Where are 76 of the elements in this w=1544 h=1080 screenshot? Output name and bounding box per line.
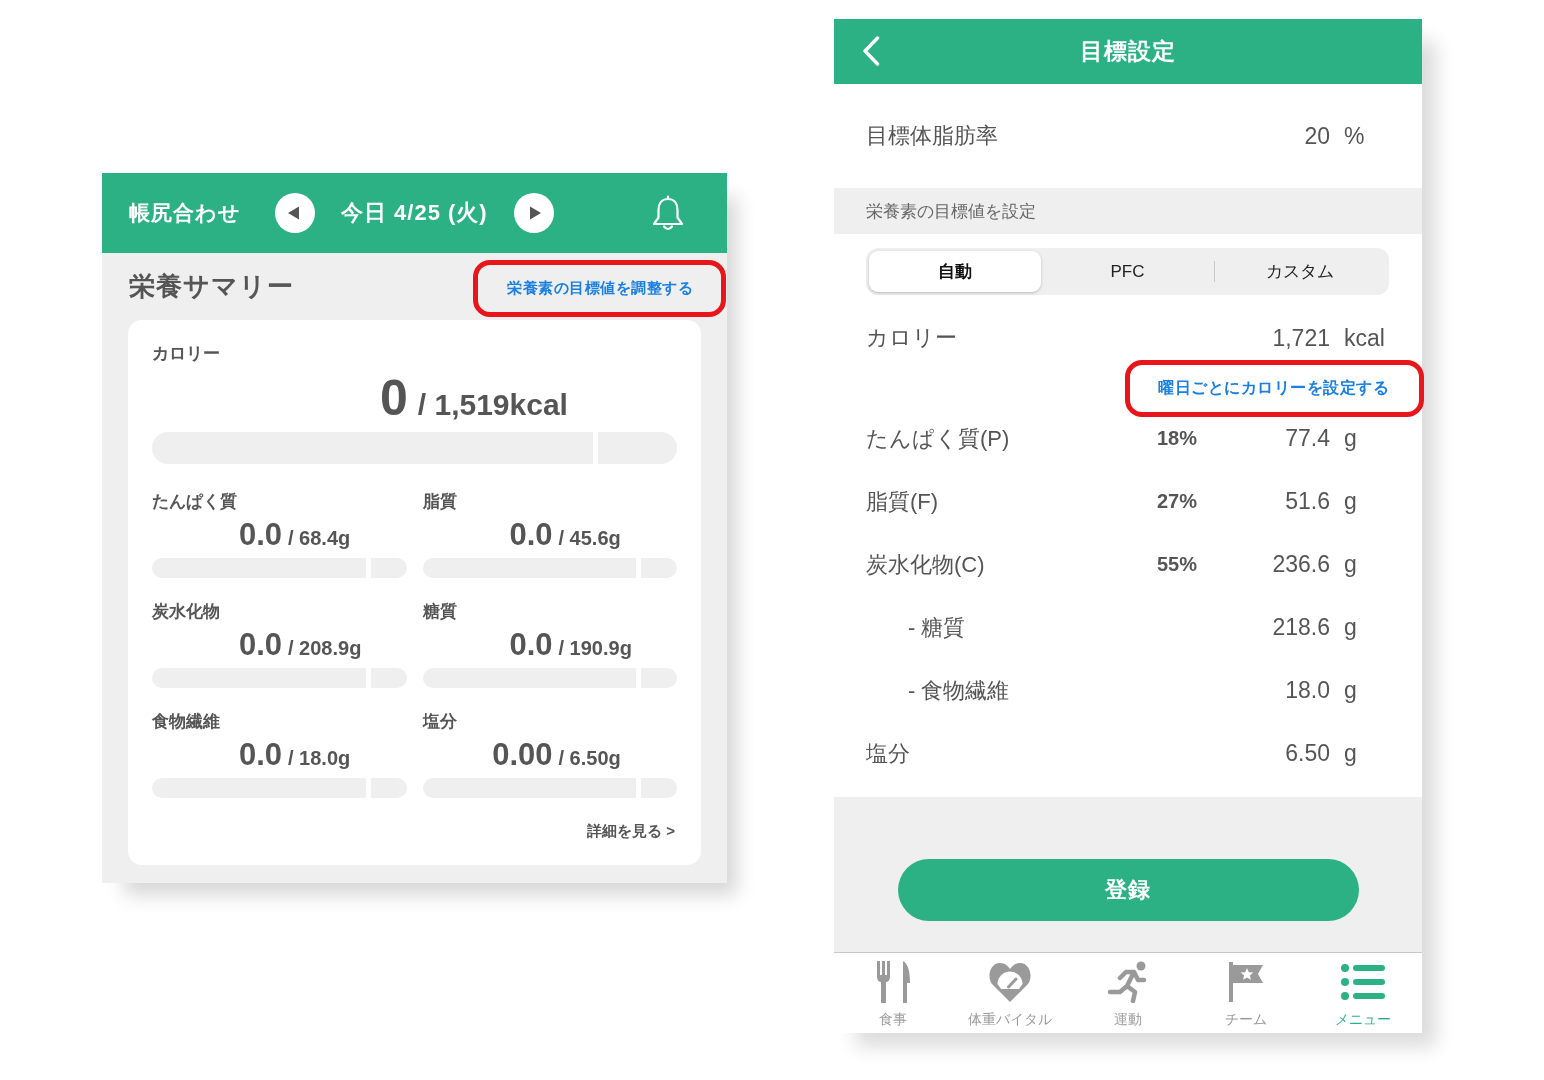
nutrient-target: / 68.4g (288, 527, 351, 550)
left-triangle-icon (288, 206, 299, 220)
nutrient-label: 食物繊維 (152, 712, 221, 732)
nutrient-value: 218.6 (1271, 614, 1330, 641)
setting-label: カロリー (866, 324, 958, 352)
next-day-button[interactable] (513, 193, 554, 233)
back-icon[interactable] (862, 36, 880, 66)
nutrient-label: 脂質(F) (866, 487, 940, 516)
nutrient-value: 51.6 (1284, 488, 1330, 515)
percent-value: 27% (1155, 490, 1197, 513)
nutrient-value: 0.0 (237, 518, 282, 552)
nutrient-target: / 6.50g (558, 747, 621, 770)
flag-star-icon (1228, 962, 1263, 1002)
header-title: 目標設定 (1080, 37, 1176, 66)
nutrient-target: / 190.9g (558, 637, 632, 660)
nav-tab[interactable]: メニュー (1304, 953, 1422, 1033)
unit-label: % (1343, 122, 1366, 150)
nutrient-label: 炭水化物 (152, 602, 221, 622)
runner-icon (1107, 961, 1149, 1003)
right-triangle-icon (529, 206, 541, 220)
details-link[interactable]: 詳細を見る > (587, 822, 675, 841)
nutrient-value: 18.0 (1284, 677, 1330, 704)
percent-value: 55% (1155, 553, 1197, 576)
nutrient-label: - 食物繊維 (907, 676, 1011, 705)
weekday-calorie-link[interactable]: 曜日ごとにカロリーを設定する (1158, 377, 1389, 399)
segment-tab[interactable]: 自動 (869, 251, 1042, 292)
nutrient-value: 0.0 (508, 628, 553, 662)
percent-value: 18% (1155, 427, 1197, 450)
list-icon (1341, 964, 1386, 1000)
setting-value: 1,721 (1271, 324, 1330, 352)
nav-tab[interactable]: チーム (1186, 953, 1305, 1033)
nav-tab[interactable]: 体重バイタル (951, 953, 1070, 1033)
nutrient-target: / 45.6g (558, 527, 621, 550)
register-button[interactable]: 登録 (897, 859, 1359, 921)
nutrient-label: 炭水化物(C) (866, 550, 986, 579)
nutrient-target: / 208.9g (288, 637, 362, 660)
heart-gauge-icon (988, 962, 1033, 1002)
unit-label: kcal (1343, 324, 1386, 352)
nutrient-label: - 糖質 (907, 613, 967, 642)
previous-day-button[interactable] (275, 193, 315, 233)
nutrient-label: 塩分 (866, 739, 911, 768)
unit-label: g (1343, 740, 1358, 767)
nutrient-label: たんぱく質 (152, 492, 238, 512)
nutrient-value: 236.6 (1271, 551, 1330, 578)
setting-value: 20 (1303, 122, 1330, 150)
nutrient-value: 77.4 (1284, 425, 1330, 452)
nutrient-label: 糖質 (422, 602, 458, 622)
calorie-label: カロリー (152, 344, 221, 364)
calorie-target: / 1,519kcal (417, 388, 568, 422)
nutrient-value: 0.0 (237, 738, 282, 772)
nutrient-value: 0.0 (237, 628, 282, 662)
setting-label: 目標体脂肪率 (866, 122, 999, 150)
calorie-value: 0 (380, 372, 408, 424)
nav-tab[interactable]: 食事 (834, 953, 952, 1033)
header-title: 帳尻合わせ (129, 200, 241, 226)
adjust-goals-link[interactable]: 栄養素の目標値を調整する (507, 278, 693, 298)
fork-knife-icon (875, 961, 910, 1003)
section-title: 栄養サマリー (129, 270, 294, 303)
unit-label: g (1343, 677, 1358, 704)
nav-tab[interactable]: 運動 (1069, 953, 1187, 1033)
section-label: 栄養素の目標値を設定 (866, 200, 1036, 223)
unit-label: g (1343, 614, 1358, 641)
segment-tab[interactable]: PFC (1041, 251, 1214, 292)
segment-tab[interactable]: カスタム (1213, 251, 1386, 292)
nutrient-target: / 18.0g (288, 747, 351, 770)
nutrient-value: 0.00 (491, 738, 553, 772)
unit-label: g (1343, 425, 1358, 452)
nutrient-label: たんぱく質(P) (866, 424, 1011, 453)
unit-label: g (1343, 551, 1358, 578)
nutrient-value: 0.0 (508, 518, 553, 552)
unit-label: g (1343, 488, 1358, 515)
nutrient-label: 塩分 (422, 712, 458, 732)
nutrient-label: 脂質 (422, 492, 458, 512)
bell-icon[interactable] (652, 194, 684, 232)
nutrient-value: 6.50 (1284, 740, 1330, 767)
date-label: 今日 4/25 (火) (341, 199, 488, 227)
